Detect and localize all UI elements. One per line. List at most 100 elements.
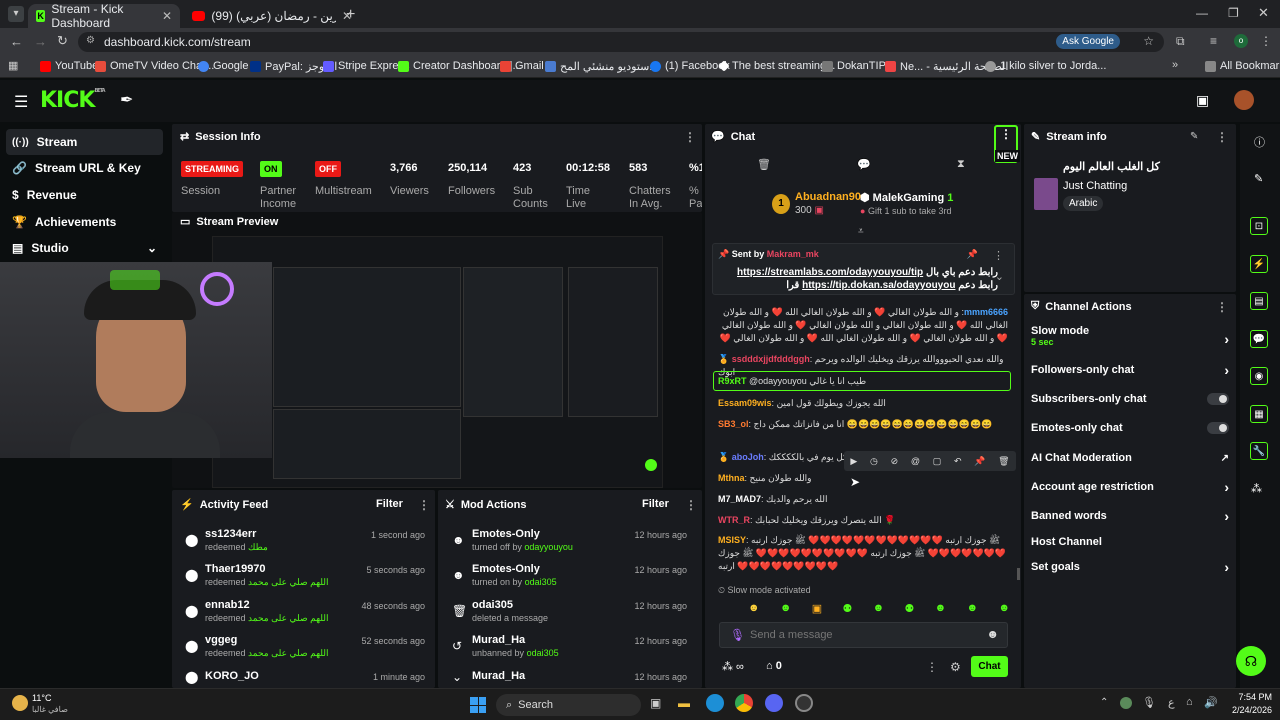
account-age-row[interactable]: Account age restriction › — [1031, 476, 1229, 498]
emotes-only-toggle[interactable] — [1207, 422, 1229, 434]
chat-username[interactable]: WTR_R — [718, 515, 750, 525]
bookmark-streaming[interactable]: The best streaming... — [718, 60, 835, 72]
channel-points-icon[interactable]: ⁂ ∞ — [722, 660, 744, 673]
volume-icon[interactable]: 🔊 — [1204, 696, 1218, 709]
edge-icon[interactable] — [706, 694, 724, 712]
layout-icon[interactable]: ▦ — [1250, 405, 1268, 423]
emoji-picker-icon[interactable]: ☻ — [986, 627, 999, 641]
emote-icon[interactable]: ☻ — [935, 602, 947, 614]
bookmark-youtube[interactable]: YouTube — [40, 60, 98, 72]
partner-income-badge[interactable]: ON — [260, 161, 282, 177]
browser-menu-icon[interactable]: ⋮ — [1260, 34, 1272, 48]
gear-icon[interactable]: ⚙ — [950, 660, 961, 674]
notes-icon[interactable]: ▤ — [1250, 292, 1268, 310]
tab-search-icon[interactable]: ▾ — [8, 6, 24, 22]
session-menu-icon[interactable]: ⋮ — [684, 130, 696, 144]
forward-icon[interactable]: → — [34, 34, 47, 49]
all-bookmarks[interactable]: All Bookmarks — [1205, 60, 1280, 72]
emote-icon[interactable]: ⚉ — [905, 602, 915, 615]
chat-input-box[interactable]: 🎙 ☻ — [719, 622, 1008, 648]
reply-icon[interactable]: ↶ — [954, 456, 962, 467]
chat-username[interactable]: mmm6666 — [964, 307, 1008, 317]
unpin-icon[interactable]: 📌 — [967, 249, 978, 260]
mod-filter-button[interactable]: Filter — [642, 498, 669, 510]
points-counter[interactable]: ⌂ 0 — [766, 660, 782, 672]
chat-mode-icon[interactable]: 💬 — [857, 158, 871, 171]
dokan-link[interactable]: https://tip.dokan.sa/odayyouyou — [802, 280, 955, 291]
activity-username[interactable]: ss1234err — [205, 528, 256, 540]
clear-chat-icon[interactable]: 🗑 — [757, 158, 771, 171]
set-goals-row[interactable]: Set goals › — [1031, 556, 1229, 578]
tab-kick-dashboard[interactable]: K Stream - Kick Dashboard ✕ — [28, 2, 180, 30]
pin-tool-icon[interactable]: ✒ — [120, 90, 133, 110]
bookmark-google[interactable]: Google — [198, 60, 248, 72]
emote-icon[interactable]: ▣ — [812, 602, 822, 615]
chat-username[interactable]: M7_MAD7 — [718, 494, 761, 504]
chat-username[interactable]: ssdddxjjdfdddggh — [732, 354, 810, 364]
chat-username[interactable]: R9xRT — [718, 376, 747, 386]
stream-tag[interactable]: Arabic — [1063, 196, 1104, 211]
bookmark-silver[interactable]: 1 kilo silver to Jorda... — [985, 60, 1106, 72]
restore-icon[interactable]: ❐ — [1228, 6, 1239, 20]
broadcast-rail-icon[interactable]: ◉ — [1250, 367, 1268, 385]
windows-start-icon[interactable] — [470, 697, 486, 713]
ask-google-button[interactable]: Ask Google — [1056, 34, 1120, 49]
chat-scrollbar[interactable] — [1017, 568, 1020, 580]
activity-username[interactable]: ennab12 — [205, 599, 250, 611]
more-bookmarks-icon[interactable]: » — [1172, 59, 1178, 71]
microphone-tray-icon[interactable]: 🎙 — [1142, 696, 1156, 709]
kick-logo[interactable]: KICKBETA — [40, 88, 106, 113]
bookmark-studio[interactable]: ستوديو منشئي المح... — [545, 60, 659, 73]
tray-app-icon[interactable] — [1120, 697, 1132, 709]
category-name[interactable]: Just Chatting — [1063, 180, 1127, 192]
emote-icon[interactable]: ☻ — [873, 602, 885, 614]
mention-icon[interactable]: @ — [911, 456, 920, 466]
gift-sub-hint[interactable]: ● Gift 1 sub to take 3rd — [860, 206, 952, 216]
copy-icon[interactable]: ▢ — [933, 456, 942, 467]
subscribers-only-toggle[interactable] — [1207, 393, 1229, 405]
profile-avatar[interactable]: o — [1234, 34, 1248, 48]
microphone-icon[interactable]: 🎙 — [730, 628, 745, 642]
bookmark-dokantip[interactable]: DokanTIP — [822, 60, 886, 72]
activity-username[interactable]: vggeg — [205, 634, 237, 646]
chat-rail-icon[interactable]: 💬 — [1250, 330, 1268, 348]
sidebar-item-studio[interactable]: ▤ Studio ⌄ — [6, 235, 163, 261]
delete-icon[interactable]: 🗑 — [998, 456, 1009, 467]
bookmark-star-icon[interactable]: ☆ — [1143, 34, 1154, 48]
clock-time[interactable]: 7:54 PM — [1228, 692, 1272, 702]
play-icon[interactable]: ▶ — [850, 456, 857, 467]
reload-icon[interactable]: ↻ — [57, 33, 68, 49]
top-gifter-name[interactable]: Abuadnan90 — [795, 191, 861, 203]
close-window-icon[interactable]: ✕ — [1258, 5, 1269, 21]
activity-menu-icon[interactable]: ⋮ — [418, 498, 430, 512]
hourglass-icon[interactable]: ⧗ — [957, 158, 965, 171]
emote-icon[interactable]: ☻ — [998, 602, 1010, 614]
activity-username[interactable]: Thaer19970 — [205, 563, 266, 575]
stream-info-menu-icon[interactable]: ⋮ — [1216, 130, 1228, 144]
new-tab-icon[interactable]: + — [346, 6, 355, 24]
edit-stream-icon[interactable]: ✎ — [1254, 172, 1263, 185]
support-chat-button[interactable]: ☊ — [1236, 646, 1266, 676]
sidebar-item-revenue[interactable]: $ Revenue — [6, 182, 163, 208]
taskbar-search[interactable]: ⌕ Search — [496, 694, 641, 716]
chat-settings-menu-icon[interactable]: ⋮ — [926, 660, 938, 674]
media-icon[interactable]: ≡ — [1210, 34, 1217, 48]
back-icon[interactable]: ← — [10, 34, 23, 49]
edit-icon[interactable]: ✎ — [1190, 131, 1198, 142]
task-view-icon[interactable]: ▣ — [650, 696, 661, 710]
language-indicator[interactable]: ع — [1168, 696, 1175, 709]
tab-youtube[interactable]: (99) ماهر زين - رمضان (عربي) | ✕ — [184, 4, 360, 28]
chat-username[interactable]: SB3_ol — [718, 419, 749, 429]
chrome-icon[interactable] — [735, 694, 753, 712]
tray-overflow-icon[interactable]: ⌃ — [1100, 697, 1108, 708]
mod-action-name[interactable]: Murad_Ha — [472, 670, 525, 682]
pinned-menu-icon[interactable]: ⋮ — [993, 249, 1004, 262]
sidebar-item-achievements[interactable]: 🏆 Achievements — [6, 209, 163, 235]
bookmark-ometv[interactable]: OmeTV Video Chat... — [95, 60, 214, 72]
ai-moderation-row[interactable]: AI Chat Moderation ↗ — [1031, 447, 1229, 469]
collapse-leaderboard-icon[interactable]: ⩡ — [858, 226, 864, 237]
chevron-down-icon[interactable]: ⌄ — [995, 270, 1004, 283]
second-gifter[interactable]: ⬢ MalekGaming 1 — [860, 191, 953, 204]
screenshot-icon[interactable]: ⊡ — [1250, 217, 1268, 235]
chat-username[interactable]: Essam09wis — [718, 398, 772, 408]
